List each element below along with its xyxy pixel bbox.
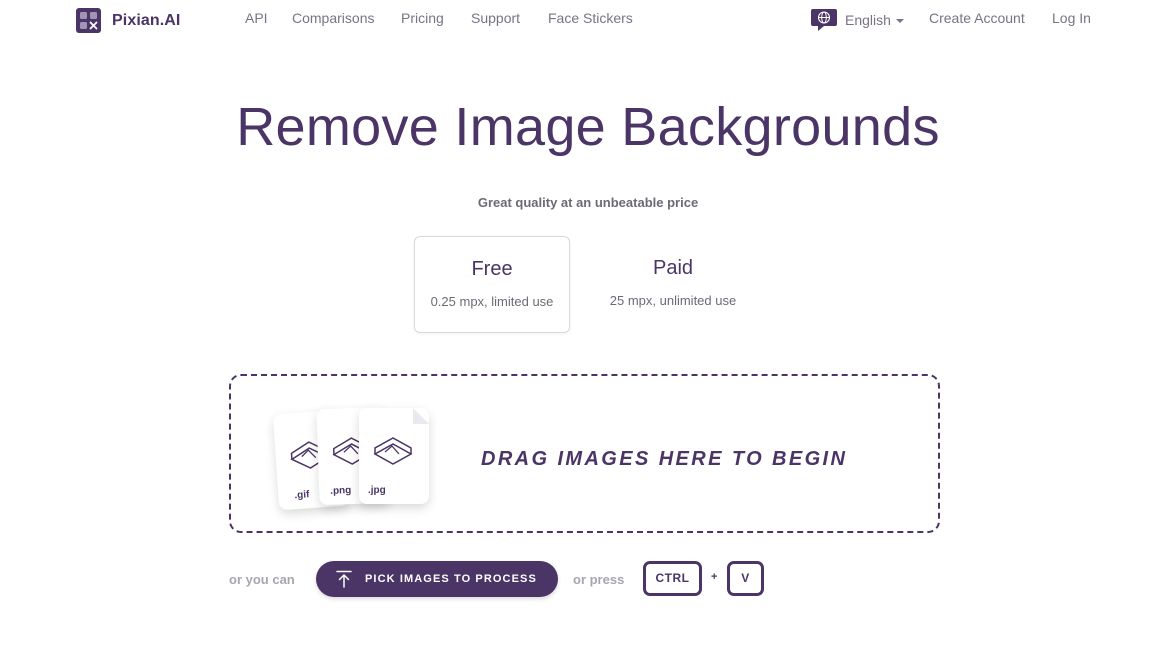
nav-link-face-stickers[interactable]: Face Stickers	[548, 10, 633, 26]
globe-chat-icon	[811, 9, 837, 31]
plan-description: 25 mpx, unlimited use	[609, 293, 737, 308]
pick-images-label: PICK IMAGES TO PROCESS	[365, 573, 537, 585]
or-press-text: or press	[573, 572, 625, 587]
plan-tab-free[interactable]: Free 0.25 mpx, limited use	[414, 236, 570, 333]
file-ext-label: .gif	[294, 489, 310, 502]
jpg-file-icon: .jpg	[359, 408, 429, 504]
drop-zone-label: DRAG IMAGES HERE TO BEGIN	[481, 448, 848, 470]
plan-description: 0.25 mpx, limited use	[430, 294, 554, 309]
image-drop-zone[interactable]: .gif .png .jpg DRAG IMAGES HERE TO BEGIN	[229, 374, 940, 533]
image-icon	[373, 408, 429, 465]
pick-images-button[interactable]: PICK IMAGES TO PROCESS	[316, 561, 558, 597]
login-link[interactable]: Log In	[1052, 10, 1091, 26]
nav-link-api[interactable]: API	[245, 10, 268, 26]
or-you-can-text: or you can	[229, 572, 295, 587]
language-selector[interactable]: English	[810, 7, 904, 33]
plus-sign: +	[711, 571, 718, 583]
language-label: English	[845, 12, 891, 28]
nav-link-pricing[interactable]: Pricing	[401, 10, 444, 26]
upload-arrow-icon	[336, 570, 352, 588]
brand-name: Pixian.AI	[112, 11, 181, 29]
file-types-illustration: .gif .png .jpg	[272, 406, 446, 516]
nav-link-comparisons[interactable]: Comparisons	[292, 10, 374, 26]
ctrl-key-hint: CTRL	[643, 561, 702, 596]
top-nav: Pixian.AI API Comparisons Pricing Suppor…	[0, 0, 1176, 38]
v-key-hint: V	[727, 561, 764, 596]
nav-link-support[interactable]: Support	[471, 10, 520, 26]
file-ext-label: .png	[330, 485, 352, 497]
plan-name: Free	[471, 258, 513, 280]
page-subtitle: Great quality at an unbeatable price	[477, 195, 699, 210]
page-title: Remove Image Backgrounds	[236, 97, 940, 157]
file-ext-label: .jpg	[368, 485, 386, 496]
chevron-down-icon	[895, 19, 904, 23]
plan-name: Paid	[652, 257, 694, 279]
brand-link[interactable]: Pixian.AI	[76, 8, 180, 33]
plan-tab-paid[interactable]: Paid 25 mpx, unlimited use	[594, 236, 752, 333]
pixian-logo-icon	[76, 8, 101, 33]
create-account-link[interactable]: Create Account	[929, 10, 1025, 26]
